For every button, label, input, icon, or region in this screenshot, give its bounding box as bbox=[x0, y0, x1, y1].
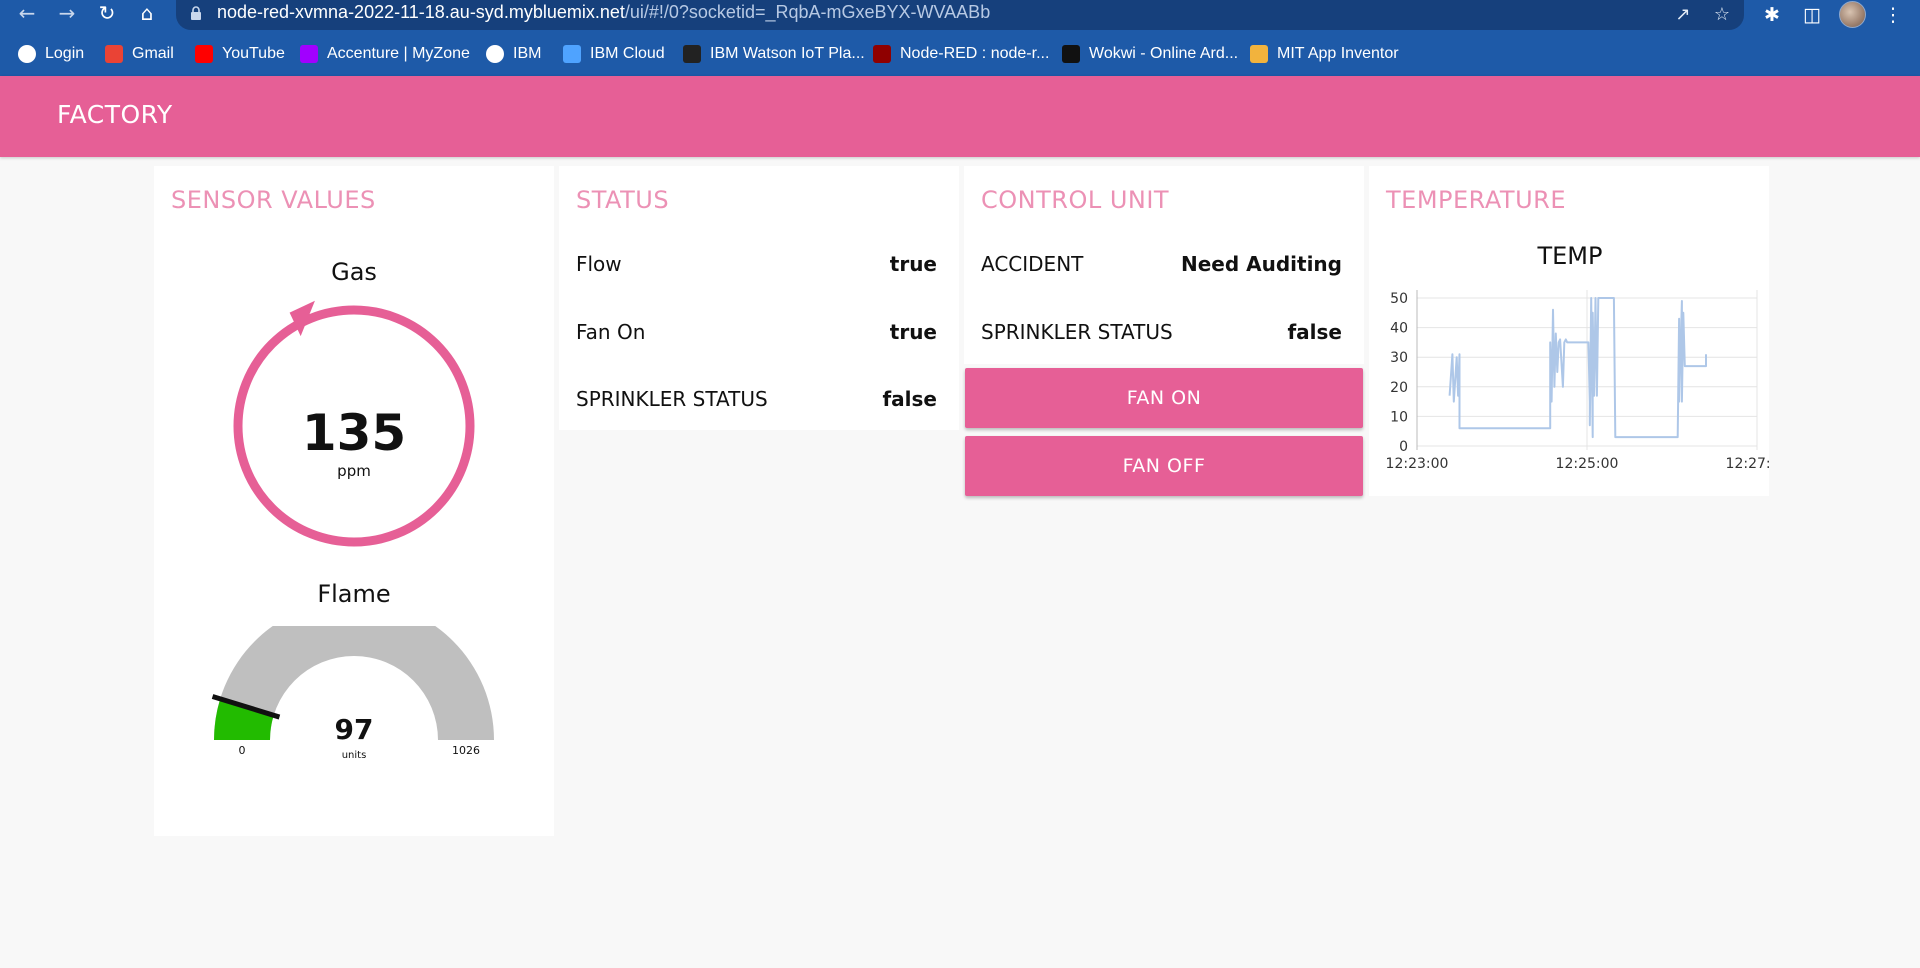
bookmark-ibm[interactable]: IBM bbox=[486, 41, 541, 67]
ibm-cloud-icon bbox=[563, 45, 581, 63]
bookmark-watson-iot[interactable]: IBM Watson IoT Pla... bbox=[683, 41, 865, 67]
group-title: CONTROL UNIT bbox=[981, 186, 1170, 214]
profile-avatar[interactable] bbox=[1839, 1, 1866, 28]
status-row-value-flow: true bbox=[889, 252, 937, 276]
bookmark-app-inventor[interactable]: MIT App Inventor bbox=[1250, 41, 1399, 67]
bookmark-accenture[interactable]: Accenture | MyZone bbox=[300, 41, 470, 67]
flame-gauge-label: Flame bbox=[317, 580, 391, 608]
share-icon[interactable]: ↗ bbox=[1672, 4, 1694, 26]
bookmark-label: Accenture | MyZone bbox=[327, 45, 470, 62]
chart-y-tick-label: 10 bbox=[1390, 409, 1408, 425]
star-icon[interactable]: ☆ bbox=[1711, 4, 1733, 26]
bookmark-ibm-cloud[interactable]: IBM Cloud bbox=[563, 41, 665, 67]
status-row-label-sprinkler: SPRINKLER STATUS bbox=[576, 387, 768, 411]
bookmark-label: YouTube bbox=[222, 45, 285, 62]
status-row-value-fan-on: true bbox=[889, 320, 937, 344]
status-card: STATUS Flow true Fan On true SPRINKLER S… bbox=[559, 166, 959, 430]
browser-toolbar: ← → ↻ ⌂ node-red-xvmna-2022-11-18.au-syd… bbox=[0, 0, 1920, 30]
chart-y-tick-label: 30 bbox=[1390, 350, 1408, 366]
bookmark-label: Gmail bbox=[132, 45, 174, 62]
page-title: FACTORY bbox=[57, 100, 173, 129]
chart-x-tick-label: 12:25:00 bbox=[1556, 456, 1619, 472]
control-row-value-accident: Need Auditing bbox=[1180, 252, 1342, 276]
fan-on-button[interactable]: FAN ON bbox=[965, 368, 1363, 428]
node-red-icon bbox=[873, 45, 891, 63]
chart-title: TEMP bbox=[1536, 242, 1602, 270]
globe-icon bbox=[18, 45, 36, 63]
flame-gauge-units: units bbox=[342, 750, 367, 761]
address-bar[interactable]: node-red-xvmna-2022-11-18.au-syd.mybluem… bbox=[176, 0, 1744, 30]
bookmarks-bar: Login Gmail YouTube Accenture | MyZone I… bbox=[0, 41, 1920, 67]
url-path: /ui/#!/0?socketid=_RqbA-mGxeBYX-WVAABb bbox=[624, 2, 991, 22]
gas-donut-gauge: 135 ppm bbox=[233, 300, 475, 547]
bookmark-gmail[interactable]: Gmail bbox=[105, 41, 174, 67]
forward-icon[interactable]: → bbox=[53, 0, 81, 28]
control-row-value-sprinkler: false bbox=[1287, 320, 1342, 344]
bookmark-label: IBM Cloud bbox=[590, 45, 665, 62]
fan-off-button[interactable]: FAN OFF bbox=[965, 436, 1363, 496]
chart-grid bbox=[1416, 290, 1758, 450]
bookmark-youtube[interactable]: YouTube bbox=[195, 41, 285, 67]
chart-y-tick-label: 20 bbox=[1390, 380, 1408, 396]
bookmark-wokwi[interactable]: Wokwi - Online Ard... bbox=[1062, 41, 1238, 67]
bookmark-login[interactable]: Login bbox=[18, 41, 84, 67]
status-row-label-fan-on: Fan On bbox=[576, 320, 646, 344]
reload-icon[interactable]: ↻ bbox=[93, 0, 121, 28]
home-icon[interactable]: ⌂ bbox=[133, 0, 161, 28]
extensions-icon[interactable]: ✱ bbox=[1759, 2, 1785, 28]
flame-gauge-min: 0 bbox=[239, 744, 246, 757]
dashboard-header: FACTORY bbox=[0, 76, 1920, 157]
control-row-label-sprinkler: SPRINKLER STATUS bbox=[981, 320, 1173, 344]
flame-gauge-max: 1026 bbox=[452, 744, 480, 757]
url-host: node-red-xvmna-2022-11-18.au-syd.mybluem… bbox=[217, 2, 625, 22]
url-text[interactable]: node-red-xvmna-2022-11-18.au-syd.mybluem… bbox=[217, 2, 990, 23]
chart-y-tick-label: 50 bbox=[1390, 291, 1408, 307]
gas-gauge-units: ppm bbox=[337, 462, 371, 480]
browser-chrome: ← → ↻ ⌂ node-red-xvmna-2022-11-18.au-syd… bbox=[0, 0, 1920, 76]
flame-gauge: 97 units 0 1026 bbox=[211, 626, 494, 761]
lock-icon bbox=[191, 6, 201, 20]
bookmark-label: Node-RED : node-r... bbox=[900, 45, 1050, 62]
temperature-card: TEMPERATURE TEMP 0 10 20 30 40 50 12:23:00 12:2… bbox=[1369, 166, 1769, 496]
gas-gauge-value: 135 bbox=[302, 404, 406, 462]
temp-line-chart: TEMP 0 10 20 30 40 50 12:23:00 12:25:00 12:27:00 bbox=[1386, 242, 1769, 472]
status-row-value-sprinkler: false bbox=[882, 387, 937, 411]
bookmark-label: IBM bbox=[513, 45, 542, 62]
chart-y-tick-label: 0 bbox=[1399, 439, 1408, 455]
app-inventor-icon bbox=[1250, 45, 1268, 63]
chart-x-tick-label: 12:27:00 bbox=[1726, 456, 1769, 472]
flame-gauge-value: 97 bbox=[335, 713, 374, 746]
back-icon[interactable]: ← bbox=[13, 0, 41, 28]
gas-gauge-label: Gas bbox=[331, 258, 377, 286]
control-unit-card: CONTROL UNIT ACCIDENT Need Auditing SPRI… bbox=[964, 166, 1364, 364]
bookmark-label: MIT App Inventor bbox=[1277, 45, 1399, 62]
wokwi-icon bbox=[1062, 45, 1080, 63]
bookmark-label: Wokwi - Online Ard... bbox=[1089, 45, 1239, 62]
accenture-icon bbox=[300, 45, 318, 63]
status-row-label-flow: Flow bbox=[576, 252, 622, 276]
bookmark-label: Login bbox=[45, 45, 85, 62]
group-title: SENSOR VALUES bbox=[171, 186, 376, 214]
control-row-label-accident: ACCIDENT bbox=[981, 252, 1084, 276]
sensor-values-card: SENSOR VALUES Gas 135 ppm Flame 97 units… bbox=[154, 166, 554, 836]
chart-x-tick-label: 12:23:00 bbox=[1386, 456, 1449, 472]
chart-y-tick-label: 40 bbox=[1390, 321, 1408, 337]
menu-icon[interactable]: ⋮ bbox=[1880, 2, 1906, 28]
bookmark-label: IBM Watson IoT Pla... bbox=[710, 45, 865, 62]
side-panel-icon[interactable]: ◫ bbox=[1799, 2, 1825, 28]
bookmark-node-red[interactable]: Node-RED : node-r... bbox=[873, 41, 1049, 67]
globe-icon bbox=[486, 45, 504, 63]
youtube-icon bbox=[195, 45, 213, 63]
chart-ticks: 0 10 20 30 40 50 12:23:00 12:25:00 12:27:00 bbox=[1386, 291, 1769, 472]
watson-iot-icon bbox=[683, 45, 701, 63]
group-title: STATUS bbox=[576, 186, 670, 214]
gmail-icon bbox=[105, 45, 123, 63]
